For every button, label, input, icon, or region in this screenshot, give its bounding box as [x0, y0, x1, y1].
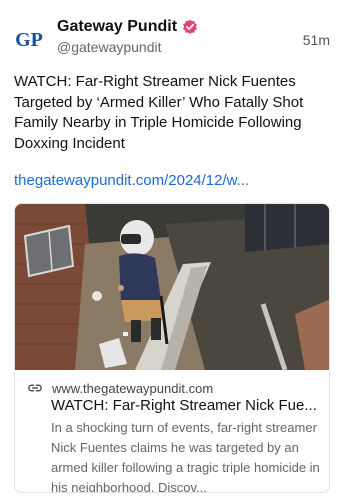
card-thumbnail[interactable] — [15, 204, 329, 370]
name-row: Gateway Pundit — [57, 18, 198, 36]
link-icon — [27, 380, 43, 396]
avatar-text: GP — [15, 29, 43, 51]
post-time[interactable]: 51m — [303, 32, 330, 48]
post-header: GP Gateway Pundit @gatewaypundit 51m — [12, 14, 332, 62]
avatar[interactable]: GP — [12, 22, 46, 56]
card-domain-row: www.thegatewaypundit.com — [27, 380, 213, 396]
card-body: www.thegatewaypundit.com WATCH: Far-Righ… — [15, 370, 329, 493]
post-text: WATCH: Far-Right Streamer Nick Fuentes T… — [14, 73, 304, 152]
post-link[interactable]: thegatewaypundit.com/2024/12/w... — [14, 172, 332, 189]
verified-badge-icon — [182, 19, 198, 35]
card-title[interactable]: WATCH: Far-Right Streamer Nick Fue... — [51, 397, 323, 414]
post[interactable]: GP Gateway Pundit @gatewaypundit 51m WAT… — [0, 0, 344, 500]
card-description: In a shocking turn of events, far-right … — [51, 420, 320, 493]
link-preview-card[interactable]: www.thegatewaypundit.com WATCH: Far-Righ… — [14, 203, 330, 493]
display-name[interactable]: Gateway Pundit — [57, 18, 177, 36]
author-handle[interactable]: @gatewaypundit — [57, 39, 162, 55]
gateway-pundit-logo: GP — [15, 29, 43, 51]
card-domain: www.thegatewaypundit.com — [52, 380, 214, 396]
